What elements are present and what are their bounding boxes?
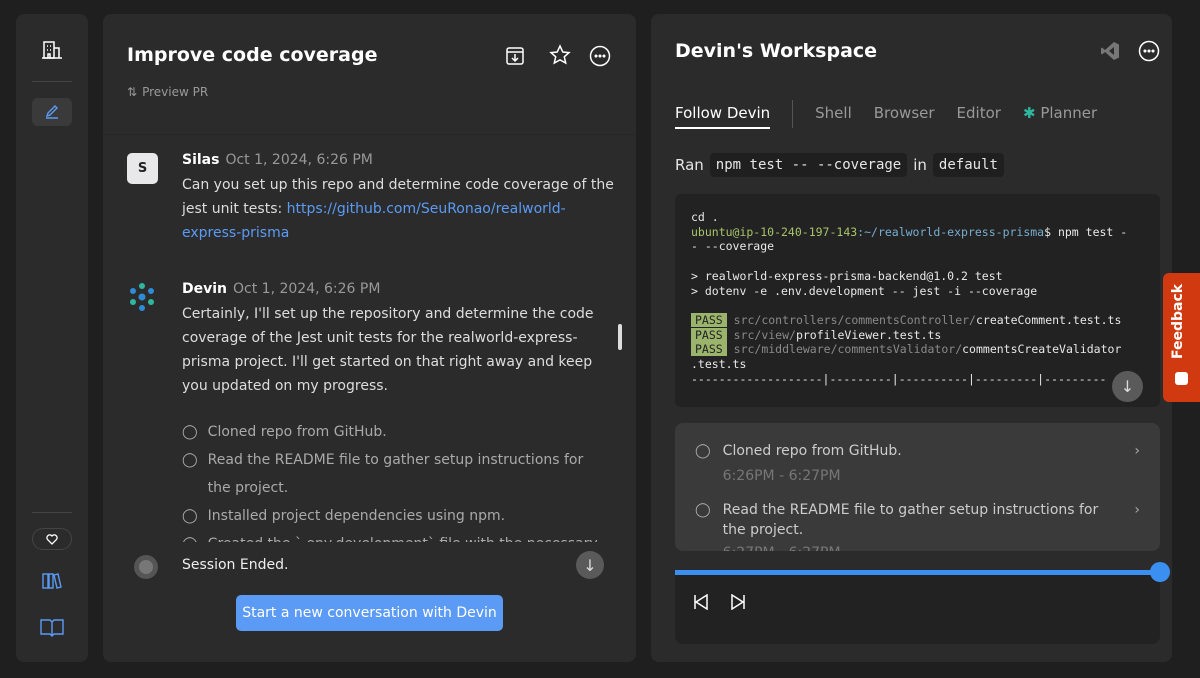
building-icon[interactable]	[41, 40, 63, 60]
pull-request-icon: ⇅	[127, 85, 138, 99]
heart-icon	[46, 533, 58, 545]
step-card: ◯ Cloned repo from GitHub. 6:26PM - 6:27P…	[675, 423, 1160, 551]
divider	[792, 100, 794, 128]
check-circle-icon: ◯	[695, 502, 711, 518]
step-item[interactable]: ◯ Read the README file to gather setup i…	[695, 500, 1140, 551]
avatar: S	[127, 153, 158, 184]
download-icon[interactable]	[505, 46, 525, 70]
planner-icon: ✱	[1022, 104, 1036, 122]
preview-pr-link[interactable]: ⇅ Preview PR	[127, 85, 208, 99]
vscode-icon[interactable]	[1100, 41, 1120, 65]
workspace-tabs: Follow Devin Shell Browser Editor ✱ Plan…	[675, 100, 1119, 129]
divider	[32, 81, 72, 82]
check-circle-icon: ◯	[182, 424, 198, 440]
arrow-down-icon: ↓	[1120, 377, 1135, 396]
check-circle-icon: ◯	[182, 530, 198, 542]
status-indicator	[134, 555, 158, 579]
library-icon[interactable]	[42, 572, 62, 594]
edit-button[interactable]	[32, 98, 72, 126]
arrow-down-icon: ↓	[583, 555, 597, 575]
check-circle-icon: ◯	[695, 443, 711, 459]
message-silas: Silas Oct 1, 2024, 6:26 PM Can you set up…	[182, 152, 614, 241]
step-list: ◯ Cloned repo from GitHub. ◯ Read the READ…	[182, 418, 602, 542]
step-item: ◯Created the `.env.development` file wit…	[182, 530, 602, 542]
scrollbar[interactable]	[618, 324, 622, 350]
chevron-right-icon: ›	[1134, 443, 1140, 459]
sidebar	[16, 14, 88, 662]
progress-bar[interactable]	[675, 570, 1160, 575]
tab-browser[interactable]: Browser	[874, 104, 935, 122]
more-icon[interactable]	[589, 45, 611, 71]
divider	[32, 512, 72, 513]
session-status: Session Ended.	[182, 557, 289, 573]
session-title: Improve code coverage	[127, 44, 378, 66]
book-icon[interactable]	[40, 618, 64, 642]
step-item[interactable]: ◯ Cloned repo from GitHub. 6:26PM - 6:27P…	[695, 441, 1140, 486]
step-item: ◯ Installed project dependencies using np…	[182, 502, 602, 530]
star-icon[interactable]	[549, 44, 571, 70]
terminal-scroll-down-button[interactable]: ↓	[1112, 371, 1143, 402]
skip-back-icon[interactable]	[693, 593, 709, 614]
step-item: ◯ Read the README file to gather setup in…	[182, 446, 602, 502]
ran-command: Ran npm test -- --coverage in default	[675, 153, 1004, 177]
heart-button[interactable]	[32, 528, 72, 550]
tab-follow-devin[interactable]: Follow Devin	[675, 104, 771, 129]
check-circle-icon: ◯	[182, 508, 198, 524]
terminal-output: cd . ubuntu@ip-10-240-197-143:~/realworl…	[675, 194, 1160, 407]
edit-icon	[45, 105, 58, 119]
tab-editor[interactable]: Editor	[957, 104, 1001, 122]
skip-forward-icon[interactable]	[730, 593, 746, 614]
step-item: ◯ Cloned repo from GitHub.	[182, 418, 602, 446]
devin-avatar	[127, 282, 157, 316]
workspace-panel: Devin's Workspace Follow Devin Shell Bro…	[651, 14, 1172, 662]
workspace-title: Devin's Workspace	[675, 40, 878, 62]
playback-controls	[675, 562, 1170, 644]
new-conversation-button[interactable]: Start a new conversation with Devin	[236, 595, 503, 631]
chat-panel: Improve code coverage ⇅ Preview PR S Sila…	[103, 14, 636, 662]
scroll-down-button[interactable]: ↓	[576, 551, 604, 579]
check-circle-icon: ◯	[182, 452, 198, 468]
tab-planner[interactable]: ✱ Planner	[1023, 104, 1097, 122]
message-devin: Devin Oct 1, 2024, 6:26 PM Certainly, I'l…	[182, 281, 594, 394]
chevron-right-icon: ›	[1134, 502, 1140, 518]
divider	[103, 134, 636, 135]
progress-handle[interactable]	[1150, 562, 1170, 582]
feedback-icon	[1175, 372, 1188, 385]
more-icon[interactable]	[1138, 40, 1160, 66]
feedback-button[interactable]: Feedback	[1163, 273, 1200, 402]
tab-shell[interactable]: Shell	[815, 104, 852, 122]
